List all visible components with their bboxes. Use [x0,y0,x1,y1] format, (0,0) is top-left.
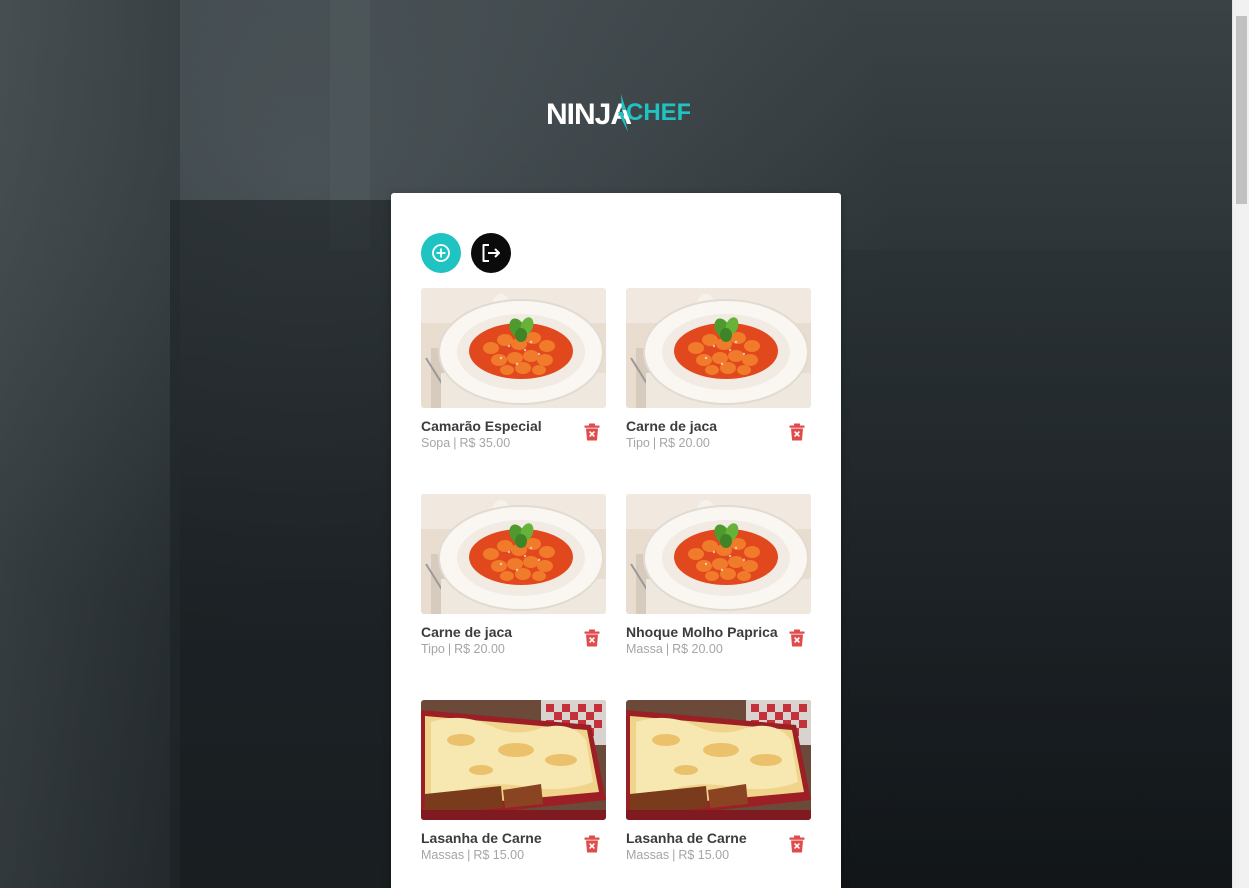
trash-icon [584,835,600,853]
trash-icon [584,629,600,647]
menu-item-meta: Tipo | R$ 20.00 [421,642,505,656]
menu-item-price: R$ 20.00 [659,436,710,450]
menu-item[interactable]: Nhoque Molho Paprica Massa | R$ 20.00 [626,494,811,700]
menu-item[interactable]: Lasanha de Carne Massas | R$ 15.00 [626,700,811,888]
menu-item-meta: Sopa | R$ 35.00 [421,436,510,450]
add-item-button[interactable] [421,233,461,273]
meta-separator: | [467,848,471,862]
scrollbar-thumb[interactable] [1236,16,1247,204]
menu-item-meta: Massas | R$ 15.00 [421,848,524,862]
menu-item-image [421,700,606,820]
logo-text-ninja: NINJA [546,98,631,131]
delete-item-button[interactable] [789,835,805,853]
menu-item-name: Carne de jaca [421,624,513,640]
menu-item-meta: Massa | R$ 20.00 [626,642,723,656]
delete-item-button[interactable] [789,423,805,441]
plus-circle-icon [432,244,450,262]
delete-item-button[interactable] [584,423,600,441]
menu-item-price: R$ 15.00 [473,848,525,862]
delete-item-button[interactable] [584,629,600,647]
meta-separator: | [447,642,452,656]
menu-item-image [626,700,811,820]
menu-item-price: R$ 20.00 [672,642,723,656]
menu-item-price: R$ 15.00 [678,848,730,862]
meta-separator: | [672,848,676,862]
menu-item-category: Tipo [421,642,445,656]
menu-item-price: R$ 35.00 [459,436,511,450]
menu-item-image [421,288,606,408]
menu-item-name: Camarão Especial [421,418,542,434]
menu-item-image [626,288,811,408]
menu-item-name: Nhoque Molho Paprica [626,624,778,640]
menu-item[interactable]: Camarão Especial Sopa | R$ 35.00 [421,288,606,494]
meta-separator: | [453,436,457,450]
meta-separator: | [652,436,657,450]
menu-item-meta: Tipo | R$ 20.00 [626,436,710,450]
page-scrollbar[interactable] [1232,0,1249,888]
trash-icon [789,423,805,441]
trash-icon [789,835,805,853]
logout-button[interactable] [471,233,511,273]
menu-item-name: Lasanha de Carne [626,830,747,846]
ninjachef-logo: NINJA CHEF [544,88,690,136]
menu-item[interactable]: Carne de jaca Tipo | R$ 20.00 [626,288,811,494]
delete-item-button[interactable] [584,835,600,853]
meta-separator: | [665,642,670,656]
menu-items-grid: Camarão Especial Sopa | R$ 35.00 Carne d… [421,288,811,888]
menu-item-name: Carne de jaca [626,418,718,434]
menu-item-image [626,494,811,614]
menu-item-category: Massas [626,848,670,862]
menu-item-name: Lasanha de Carne [421,830,542,846]
menu-item-meta: Massas | R$ 15.00 [626,848,729,862]
menu-item[interactable]: Carne de jaca Tipo | R$ 20.00 [421,494,606,700]
delete-item-button[interactable] [789,629,805,647]
logout-icon [482,244,500,262]
trash-icon [584,423,600,441]
trash-icon [789,629,805,647]
menu-item[interactable]: Lasanha de Carne Massas | R$ 15.00 [421,700,606,888]
menu-item-category: Massa [626,642,663,656]
card-actions [421,233,511,273]
menu-card: Camarão Especial Sopa | R$ 35.00 Carne d… [391,193,841,888]
menu-item-image [421,494,606,614]
logo-text-chef: CHEF [626,99,690,126]
menu-item-category: Massas [421,848,465,862]
menu-item-price: R$ 20.00 [454,642,505,656]
menu-item-category: Tipo [626,436,650,450]
menu-item-category: Sopa [421,436,451,450]
